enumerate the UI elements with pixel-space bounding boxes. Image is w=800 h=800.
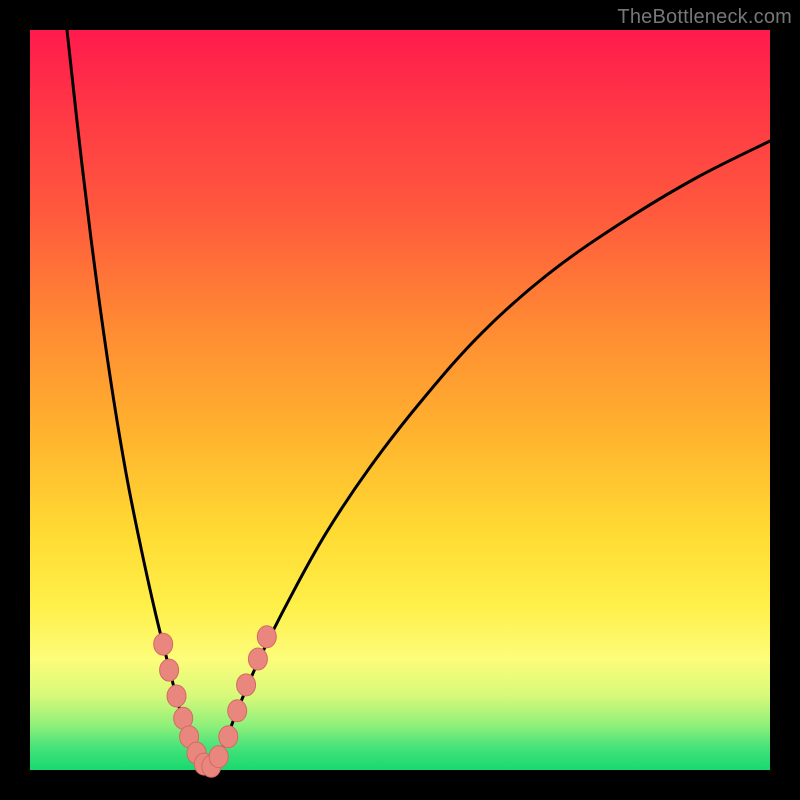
data-marker	[257, 626, 276, 648]
data-marker	[209, 746, 228, 768]
watermark-text: TheBottleneck.com	[617, 6, 792, 29]
data-marker	[228, 700, 247, 722]
data-marker	[219, 726, 238, 748]
left-branch-curve	[67, 30, 208, 768]
curves-svg	[30, 30, 770, 770]
data-marker	[154, 633, 173, 655]
marker-group	[154, 626, 277, 778]
chart-frame: TheBottleneck.com	[0, 0, 800, 800]
data-marker	[248, 648, 267, 670]
data-marker	[160, 659, 179, 681]
data-marker	[237, 674, 256, 696]
data-marker	[167, 685, 186, 707]
plot-area	[30, 30, 770, 770]
right-branch-curve	[208, 141, 770, 768]
